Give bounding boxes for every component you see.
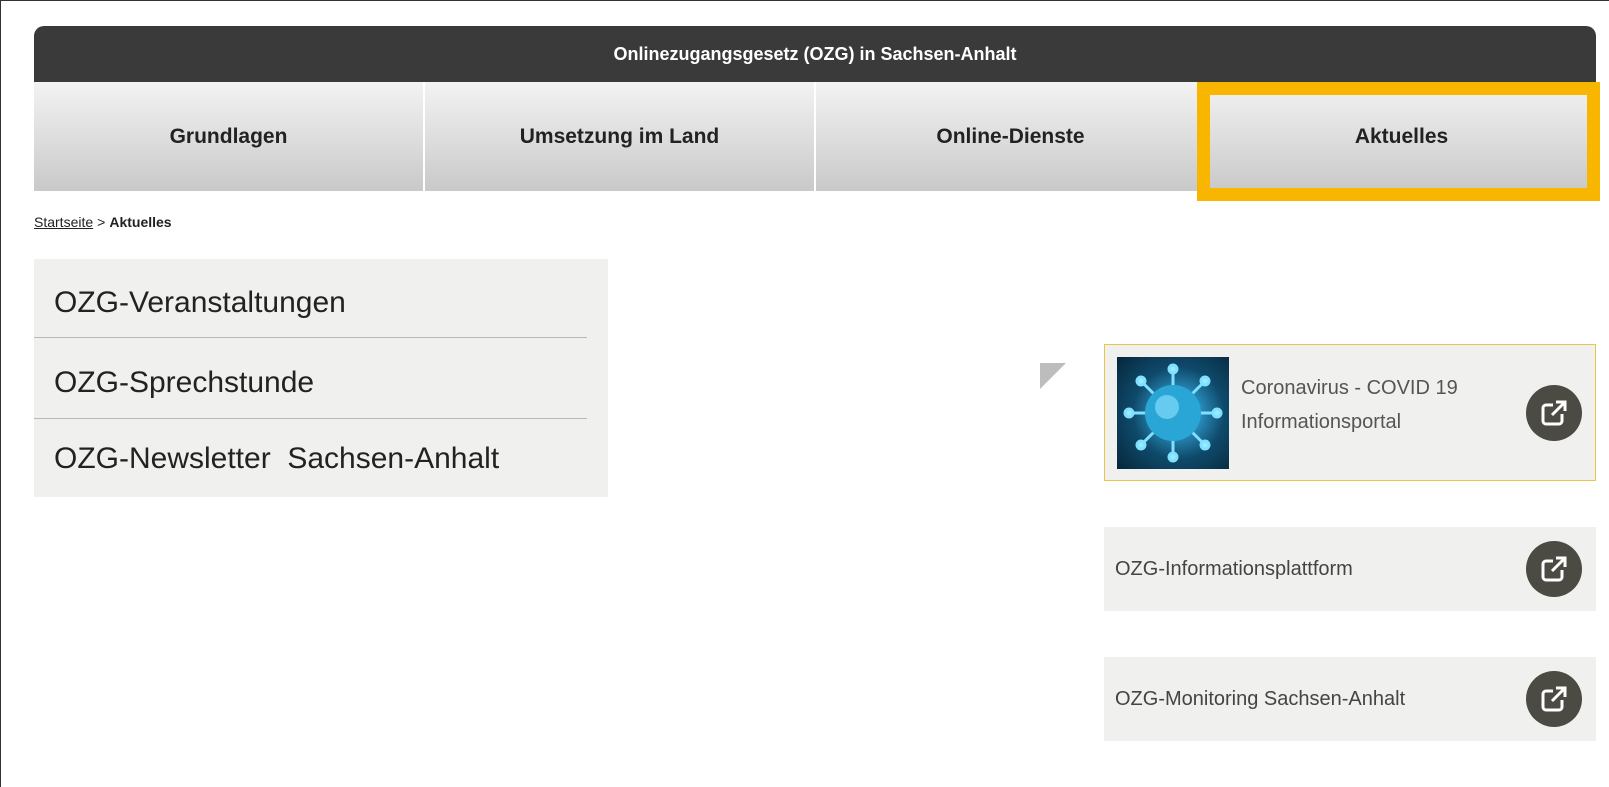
external-link-icon[interactable] [1526, 385, 1582, 441]
side-menu-divider [34, 337, 587, 338]
tab-aktuelles[interactable]: Aktuelles [1207, 82, 1596, 191]
side-menu: OZG-Veranstaltungen OZG-Sprechstunde OZG… [34, 259, 608, 497]
site-header: Onlinezugangsgesetz (OZG) in Sachsen-Anh… [34, 26, 1596, 82]
ozg-informationsplattform-link[interactable]: OZG-Informationsplattform [1104, 527, 1596, 611]
site-title: Onlinezugangsgesetz (OZG) in Sachsen-Anh… [613, 43, 1017, 64]
decorative-triangle [1040, 363, 1066, 389]
covid-link-subtitle: Informationsportal [1241, 411, 1402, 433]
link-label: OZG-Monitoring Sachsen-Anhalt [1115, 687, 1406, 710]
breadcrumb: Startseite > Aktuelles [34, 214, 172, 230]
coronavirus-image [1117, 357, 1229, 469]
tab-online-dienste[interactable]: Online-Dienste [816, 82, 1207, 191]
breadcrumb-home-link[interactable]: Startseite [34, 214, 93, 230]
covid-link-text: Coronavirus - COVID 19 Informationsporta… [1241, 371, 1511, 439]
side-menu-item-newsletter[interactable]: OZG-Newsletter Sachsen-Anhalt [54, 442, 499, 476]
ozg-monitoring-link[interactable]: OZG-Monitoring Sachsen-Anhalt [1104, 657, 1596, 741]
side-menu-divider [34, 418, 587, 419]
link-label: OZG-Informationsplattform [1115, 557, 1353, 580]
covid-info-link[interactable]: Coronavirus - COVID 19 Informationsporta… [1104, 344, 1596, 481]
tab-grundlagen[interactable]: Grundlagen [34, 82, 425, 191]
side-menu-item-sprechstunde[interactable]: OZG-Sprechstunde [54, 366, 314, 400]
covid-link-title: Coronavirus - COVID 19 [1241, 377, 1458, 399]
side-menu-item-veranstaltungen[interactable]: OZG-Veranstaltungen [54, 286, 346, 320]
breadcrumb-separator: > [97, 214, 106, 230]
page-frame: Onlinezugangsgesetz (OZG) in Sachsen-Anh… [0, 0, 1609, 787]
breadcrumb-current: Aktuelles [109, 214, 172, 230]
external-link-icon[interactable] [1526, 671, 1582, 727]
main-nav: Grundlagen Umsetzung im Land Online-Dien… [34, 82, 1596, 191]
tab-umsetzung-im-land[interactable]: Umsetzung im Land [425, 82, 816, 191]
external-link-icon[interactable] [1526, 541, 1582, 597]
